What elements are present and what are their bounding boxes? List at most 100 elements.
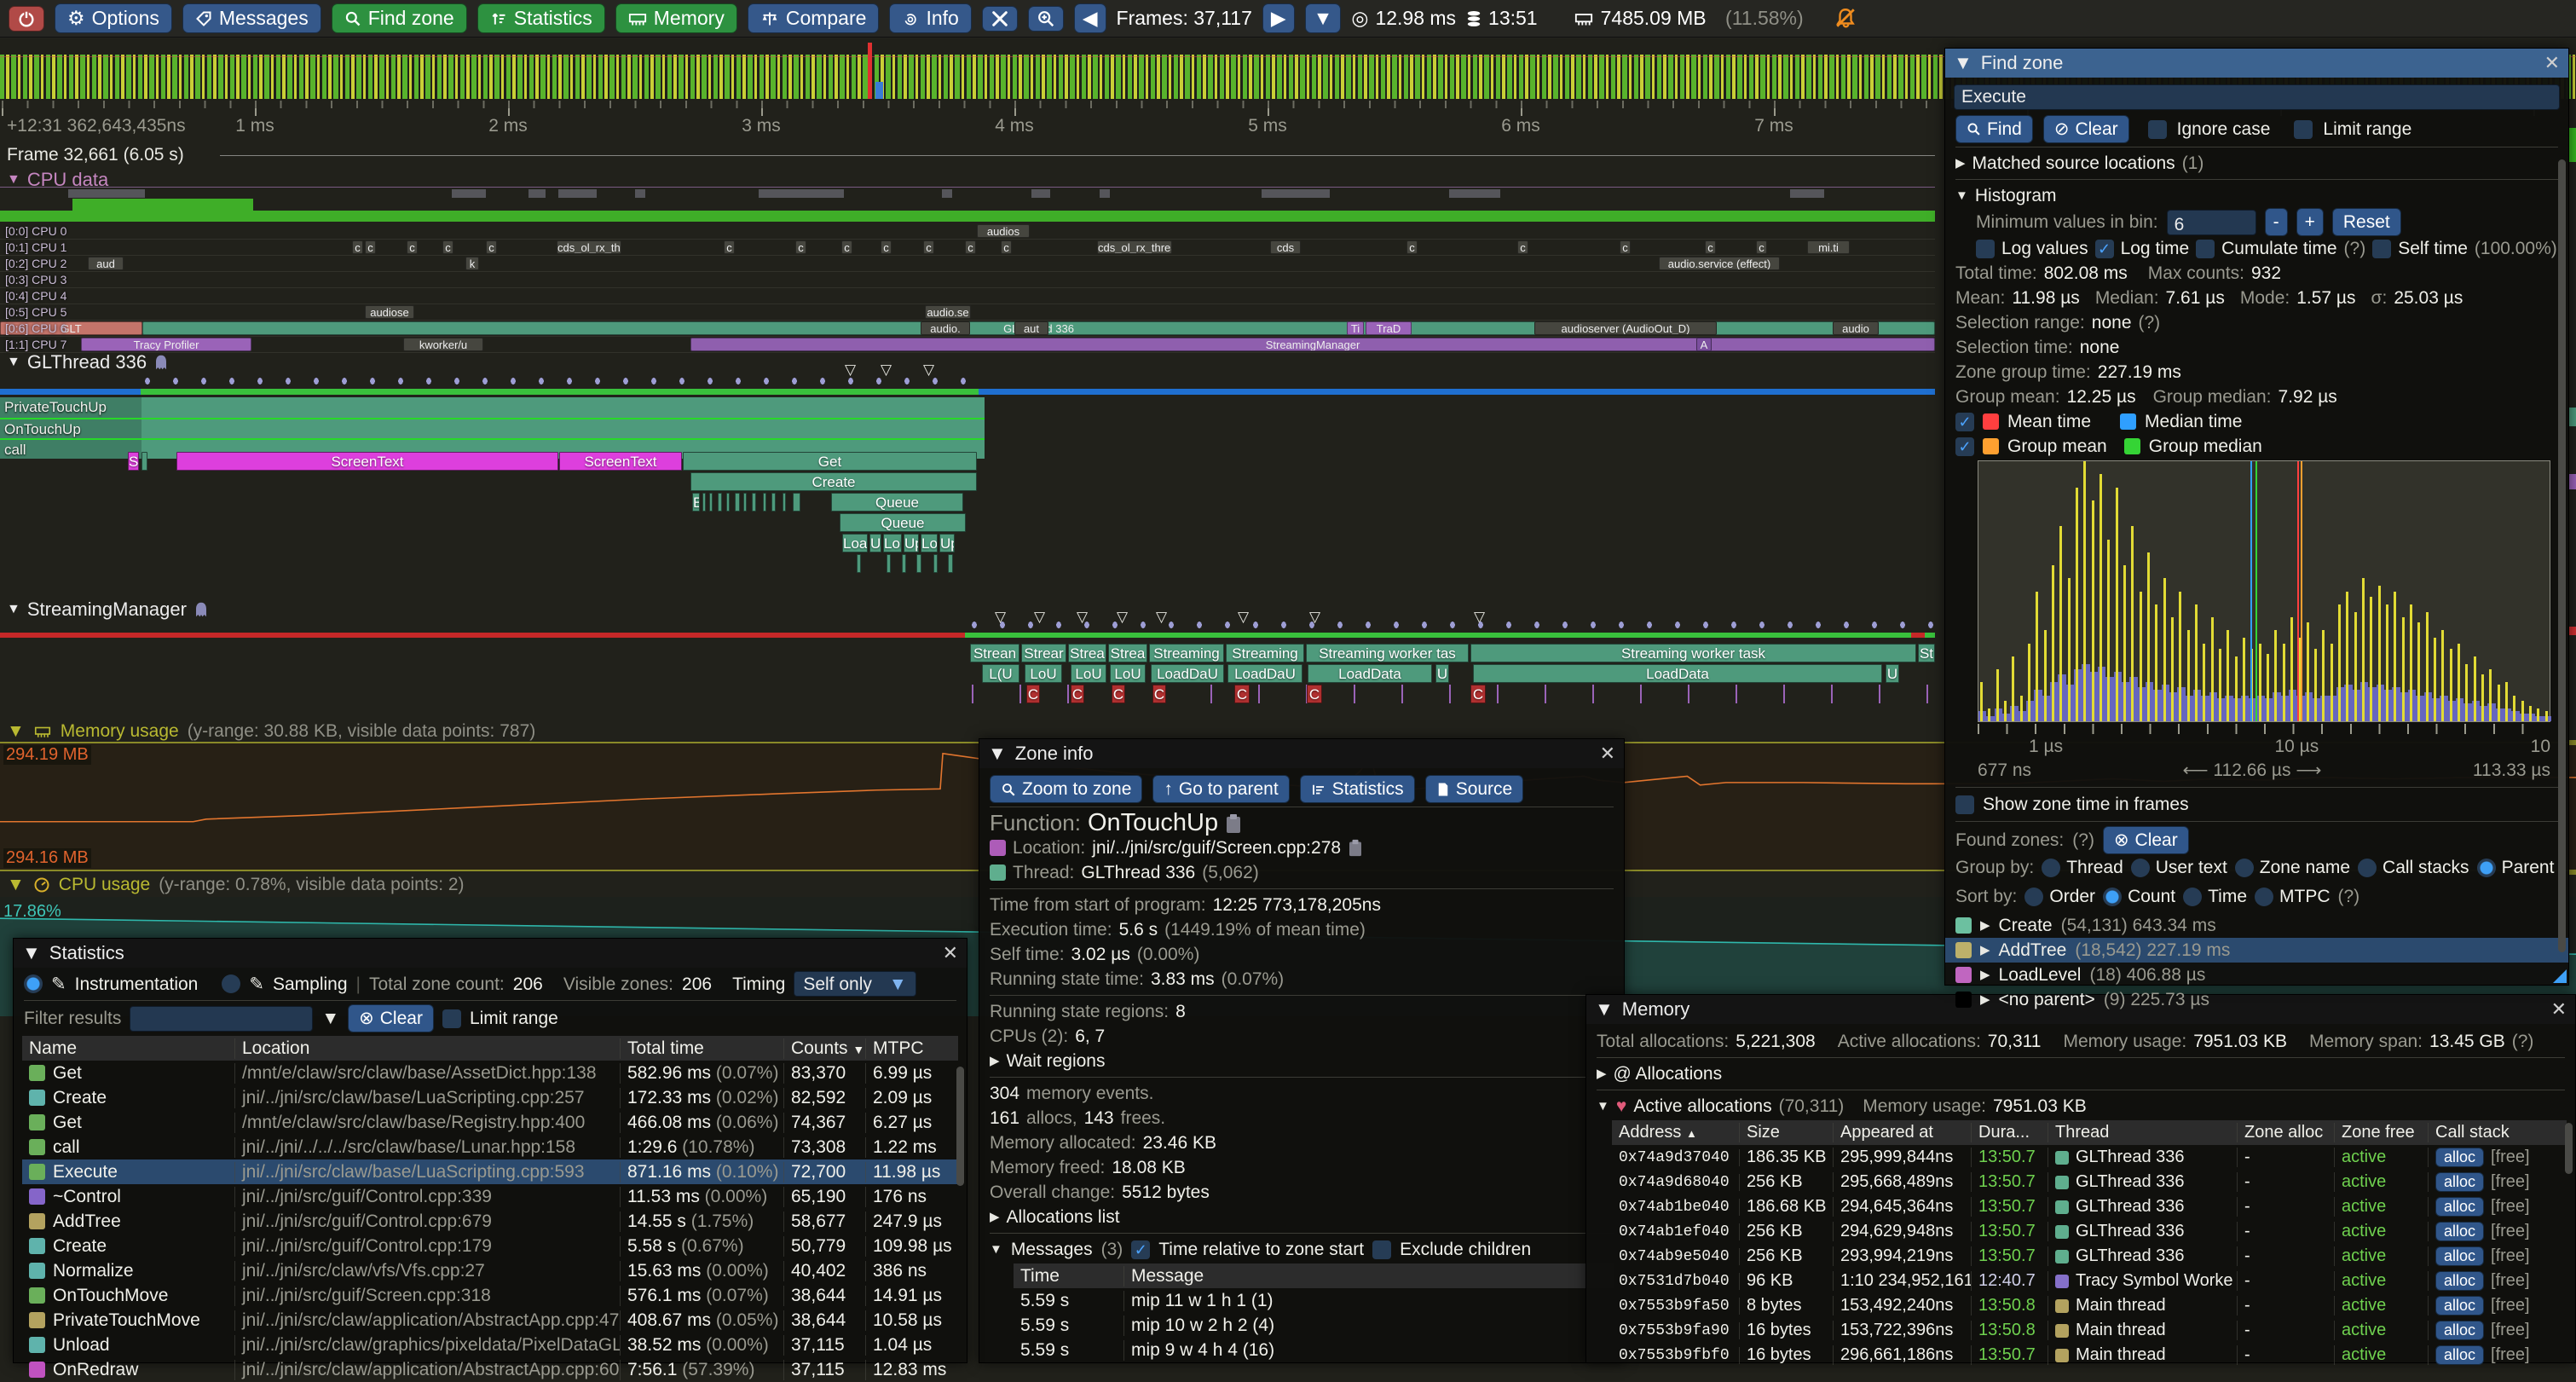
found-zone-row[interactable]: ▶ AddTree (18,542) 227.19 ms [1945, 938, 2568, 963]
cpu-row[interactable]: [0:2] CPU 2 audkaudio.service (effect) [0, 256, 1935, 272]
cpu-zone-chip[interactable]: c [352, 240, 363, 254]
timeline-zone[interactable]: U [1435, 664, 1449, 683]
found-clear-button[interactable]: ⊗Clear [2103, 826, 2189, 854]
statistics-row[interactable]: Get /mnt/e/claw/src/claw/base/Registry.h… [22, 1110, 958, 1135]
bin-plus-button[interactable]: + [2296, 208, 2324, 236]
glthread-header[interactable]: ▼GLThread 336 [7, 351, 169, 373]
timeline-zone[interactable]: S [128, 452, 139, 471]
timeline-zone[interactable]: ScreenText [176, 452, 558, 471]
alloc-callstack-button[interactable]: alloc [2435, 1296, 2484, 1316]
cpu-zone-chip[interactable]: c [1001, 240, 1012, 254]
cpu-zone-chip[interactable]: aut [1014, 321, 1048, 335]
timeline-zone[interactable]: Lo [921, 534, 938, 552]
timeline-zone[interactable]: Up [939, 534, 955, 552]
clipboard-icon[interactable] [1225, 813, 1242, 834]
statistics-row[interactable]: PrivateTouchMove jni/../jni/src/claw/app… [22, 1308, 958, 1333]
log-values-checkbox[interactable] [1976, 240, 1995, 258]
frame-dropdown-button[interactable]: ▼ [1305, 3, 1342, 33]
counts-sort-header[interactable]: Counts ▼ [784, 1038, 866, 1059]
timeline-zone[interactable]: Strea [1108, 644, 1147, 662]
cpu-row[interactable]: [0:3] CPU 3 [0, 272, 1935, 288]
cpu-zone-chip[interactable]: audio [1833, 321, 1879, 335]
memory-scrollbar[interactable] [2565, 1123, 2573, 1174]
cpu-zone-chip[interactable]: A [1696, 338, 1712, 351]
alloc-callstack-button[interactable]: alloc [2435, 1197, 2484, 1217]
timeline-zone[interactable]: U [1886, 664, 1899, 683]
cpu-zone-chip[interactable]: audio.service (effect) [1659, 257, 1780, 270]
zoom-button[interactable] [1028, 6, 1064, 32]
go-to-parent-button[interactable]: ↑Go to parent [1152, 775, 1289, 803]
histogram-expander[interactable]: ▼Histogram [1945, 183, 2568, 208]
timeline-zone[interactable] [783, 493, 786, 512]
cpu-zone-chip[interactable]: cds [1270, 240, 1301, 254]
timeline-zone[interactable]: St [1918, 644, 1935, 662]
alloc-callstack-button[interactable]: alloc [2435, 1172, 2484, 1192]
timeline-zone[interactable]: Queue [831, 493, 963, 512]
timeline-zone[interactable]: Get [683, 452, 977, 471]
cpu-zone-chip[interactable]: audio.se [925, 305, 971, 319]
bin-minus-button[interactable]: - [2265, 208, 2288, 236]
active-allocations-expander[interactable]: ▼ ♥ Active allocations(70,311) Memory us… [1586, 1094, 2575, 1119]
log-time-checkbox[interactable]: ✓ [2095, 240, 2114, 258]
statistics-row[interactable]: Get /mnt/e/claw/src/claw/base/AssetDict.… [22, 1061, 958, 1085]
cpu-row[interactable]: [0:0] CPU 0 audios [0, 223, 1935, 240]
close-icon[interactable]: ✕ [1600, 743, 1615, 765]
funnel-icon[interactable]: ▼ [321, 1006, 339, 1031]
cpu-zone-chip[interactable]: c [1620, 240, 1631, 254]
statistics-row[interactable]: Create jni/../jni/src/claw/base/LuaScrip… [22, 1085, 958, 1110]
messages-expander[interactable]: Messages [1011, 1237, 1093, 1262]
timeline-zone[interactable]: Streaming worker tas [1306, 644, 1469, 662]
timeline-zone[interactable] [948, 554, 953, 573]
cpu-zone-chip[interactable]: c [365, 240, 376, 254]
cpu-zone-chip[interactable]: StreamingManager [690, 338, 1935, 351]
statistics-row[interactable]: Normalize jni/../jni/src/claw/vfs/Vfs.cp… [22, 1258, 958, 1283]
allocation-row[interactable]: 0x74a9d68040 256 KB 295,668,489ns 13:50.… [1612, 1170, 2567, 1194]
cpu-zone-chip[interactable]: cds_ol_rx_thr [557, 240, 621, 254]
message-row[interactable]: 5.59 smip 9 w 4 h 4 (16) [1014, 1338, 1614, 1362]
cpu-plot-header[interactable]: ▼ CPU usage(y-range: 0.78%, visible data… [7, 875, 465, 895]
cpu-data-header[interactable]: ▼CPU data [7, 169, 108, 191]
cpu-zone-chip[interactable]: Tracy Profiler [81, 338, 251, 351]
allocation-row[interactable]: 0x7553b9fa90 16 bytes 153,722,396ns 13:5… [1612, 1318, 2567, 1343]
alloc-callstack-button[interactable]: alloc [2435, 1345, 2484, 1365]
cpu-zone-chip[interactable]: c [407, 240, 418, 254]
timeline-zone[interactable]: LoadDaU [1227, 664, 1302, 683]
found-zone-row[interactable]: ▶ <no parent> (9) 225.73 µs [1945, 987, 2568, 1012]
alloc-callstack-button[interactable]: alloc [2435, 1148, 2484, 1167]
memory-table-header[interactable]: Address ▲ SizeAppeared at Dura...Thread … [1612, 1120, 2567, 1145]
statistics-row[interactable]: AddTree jni/../jni/src/guif/Control.cpp:… [22, 1209, 958, 1234]
timeline-zone[interactable]: Strea [1068, 644, 1106, 662]
allocation-row[interactable]: 0x7553b9fa50 8 bytes 153,492,240ns 13:50… [1612, 1293, 2567, 1318]
statistics-button[interactable]: Statistics [477, 3, 605, 33]
cpu-zone-chip[interactable]: c [795, 240, 806, 254]
cpu-zone-chip[interactable]: k [465, 257, 479, 270]
cpu-zone-chip[interactable]: mi.ti [1807, 240, 1850, 254]
timeline-zone[interactable]: ScreenText [559, 452, 682, 471]
cpu-zone-chip[interactable]: audios [977, 224, 1030, 238]
clear-filter-button[interactable]: ⊗Clear [348, 1004, 434, 1032]
filter-input[interactable] [130, 1006, 313, 1032]
find-button[interactable]: Find [1955, 115, 2033, 143]
cpu-zone-chip[interactable]: c [841, 240, 852, 254]
timeline-zone[interactable]: Strear [1021, 644, 1066, 662]
timeline-zone[interactable]: C [1234, 685, 1250, 703]
timeline-zone[interactable]: C [1470, 685, 1486, 703]
timeline-zone[interactable] [752, 493, 756, 512]
timeline-zone[interactable] [709, 493, 713, 512]
sort-by-radio-option[interactable]: Time [2183, 884, 2247, 909]
allocation-row[interactable]: 0x74ab1ef040 256 KB 294,629,948ns 13:50.… [1612, 1219, 2567, 1244]
statistics-row[interactable]: OnRedraw jni/../jni/src/claw/application… [22, 1357, 958, 1382]
streaming-header[interactable]: ▼StreamingManager [7, 598, 209, 621]
self-time-checkbox[interactable] [2372, 240, 2391, 258]
timeline-zone[interactable]: C [1307, 685, 1322, 703]
timeline-zone[interactable]: U [869, 534, 881, 552]
timeline-zone[interactable] [142, 452, 147, 471]
timeline-zone[interactable] [771, 493, 776, 512]
timeline-zone[interactable] [857, 554, 861, 573]
cpu-row[interactable]: [0:6] CPU 6 GLTGLThread 336audio.autTiTr… [0, 321, 1935, 337]
show-zone-time-checkbox[interactable] [1955, 795, 1974, 814]
resize-grip[interactable] [2553, 969, 2567, 983]
timeline-zone[interactable]: L(U [982, 664, 1019, 683]
timeline-zone[interactable]: Streaming [1149, 644, 1224, 662]
timeline-zone[interactable]: LoadData [1473, 664, 1882, 683]
